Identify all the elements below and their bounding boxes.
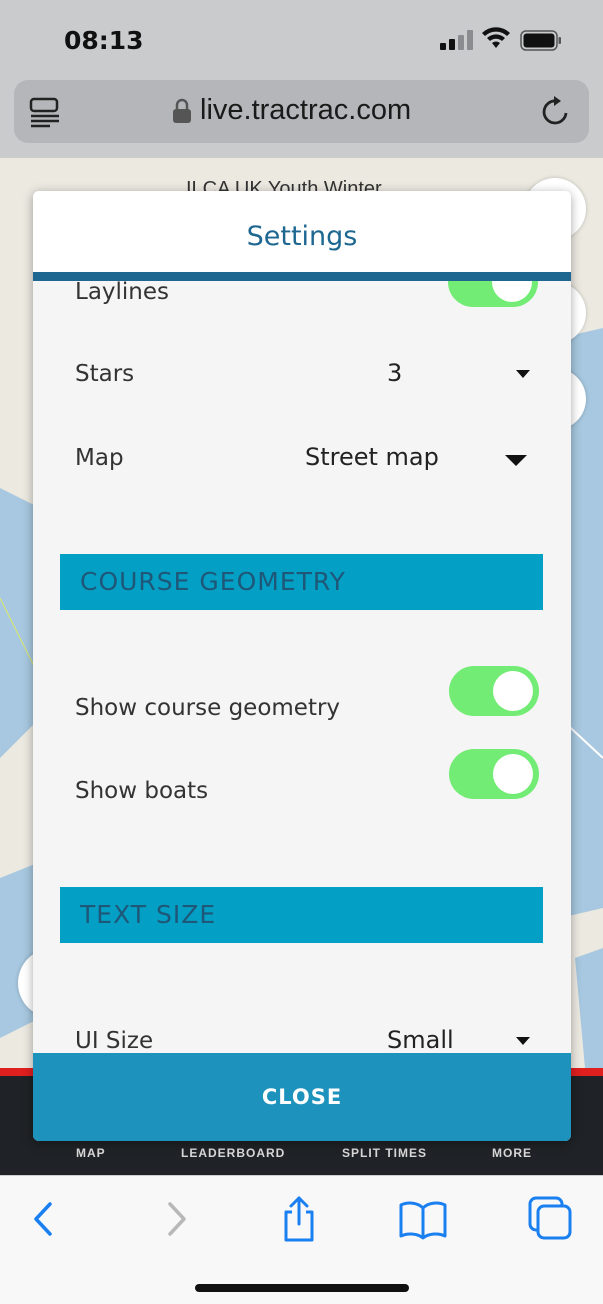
battery-icon — [520, 30, 561, 51]
stars-select[interactable]: 3 — [387, 359, 402, 387]
bookmarks-icon[interactable] — [398, 1196, 448, 1242]
address-bar[interactable]: live.tractrac.com — [14, 80, 589, 143]
nav-leaderboard[interactable]: LEADERBOARD — [181, 1146, 285, 1160]
close-button[interactable]: CLOSE — [33, 1053, 571, 1141]
show-boats-toggle[interactable] — [449, 749, 539, 799]
map-select[interactable]: Street map — [305, 443, 439, 471]
ui-size-select[interactable]: Small — [387, 1026, 454, 1054]
settings-header: Settings — [33, 191, 571, 281]
map-label: Map — [75, 445, 124, 471]
cellular-signal-icon — [440, 30, 474, 50]
nav-more[interactable]: MORE — [492, 1146, 532, 1160]
settings-title: Settings — [246, 221, 358, 252]
status-time: 08:13 — [64, 26, 144, 55]
text-size-section: TEXT SIZE — [60, 887, 543, 943]
show-course-geometry-label: Show course geometry — [75, 695, 341, 721]
stars-label: Stars — [75, 361, 135, 387]
settings-modal: Settings Laylines Stars 3 Map Street map… — [33, 191, 571, 1141]
tabs-icon[interactable] — [526, 1196, 576, 1242]
back-icon[interactable] — [20, 1196, 70, 1242]
close-button-label: CLOSE — [261, 1085, 343, 1109]
reader-mode-icon[interactable] — [28, 96, 62, 128]
show-course-geometry-toggle[interactable] — [449, 666, 539, 716]
stars-dropdown-icon[interactable] — [516, 370, 530, 378]
ui-size-dropdown-icon[interactable] — [516, 1037, 530, 1045]
reload-icon[interactable] — [540, 96, 572, 128]
url-text[interactable]: live.tractrac.com — [200, 94, 411, 127]
status-bar: 08:13 — [0, 0, 603, 78]
ui-size-label: UI Size — [75, 1028, 154, 1054]
course-geometry-section: COURSE GEOMETRY — [60, 554, 543, 610]
browser-chrome: live.tractrac.com — [0, 78, 603, 158]
forward-icon[interactable] — [150, 1196, 200, 1242]
nav-map[interactable]: MAP — [76, 1146, 106, 1160]
map-dropdown-icon[interactable] — [505, 455, 527, 466]
wifi-icon — [482, 27, 510, 48]
nav-split-times[interactable]: SPLIT TIMES — [342, 1146, 427, 1160]
course-geometry-heading: COURSE GEOMETRY — [80, 567, 346, 596]
lock-icon — [173, 98, 191, 123]
home-indicator — [195, 1284, 409, 1292]
share-icon[interactable] — [274, 1196, 324, 1242]
laylines-label: Laylines — [75, 279, 170, 305]
show-boats-label: Show boats — [75, 778, 209, 804]
text-size-heading: TEXT SIZE — [80, 900, 217, 929]
